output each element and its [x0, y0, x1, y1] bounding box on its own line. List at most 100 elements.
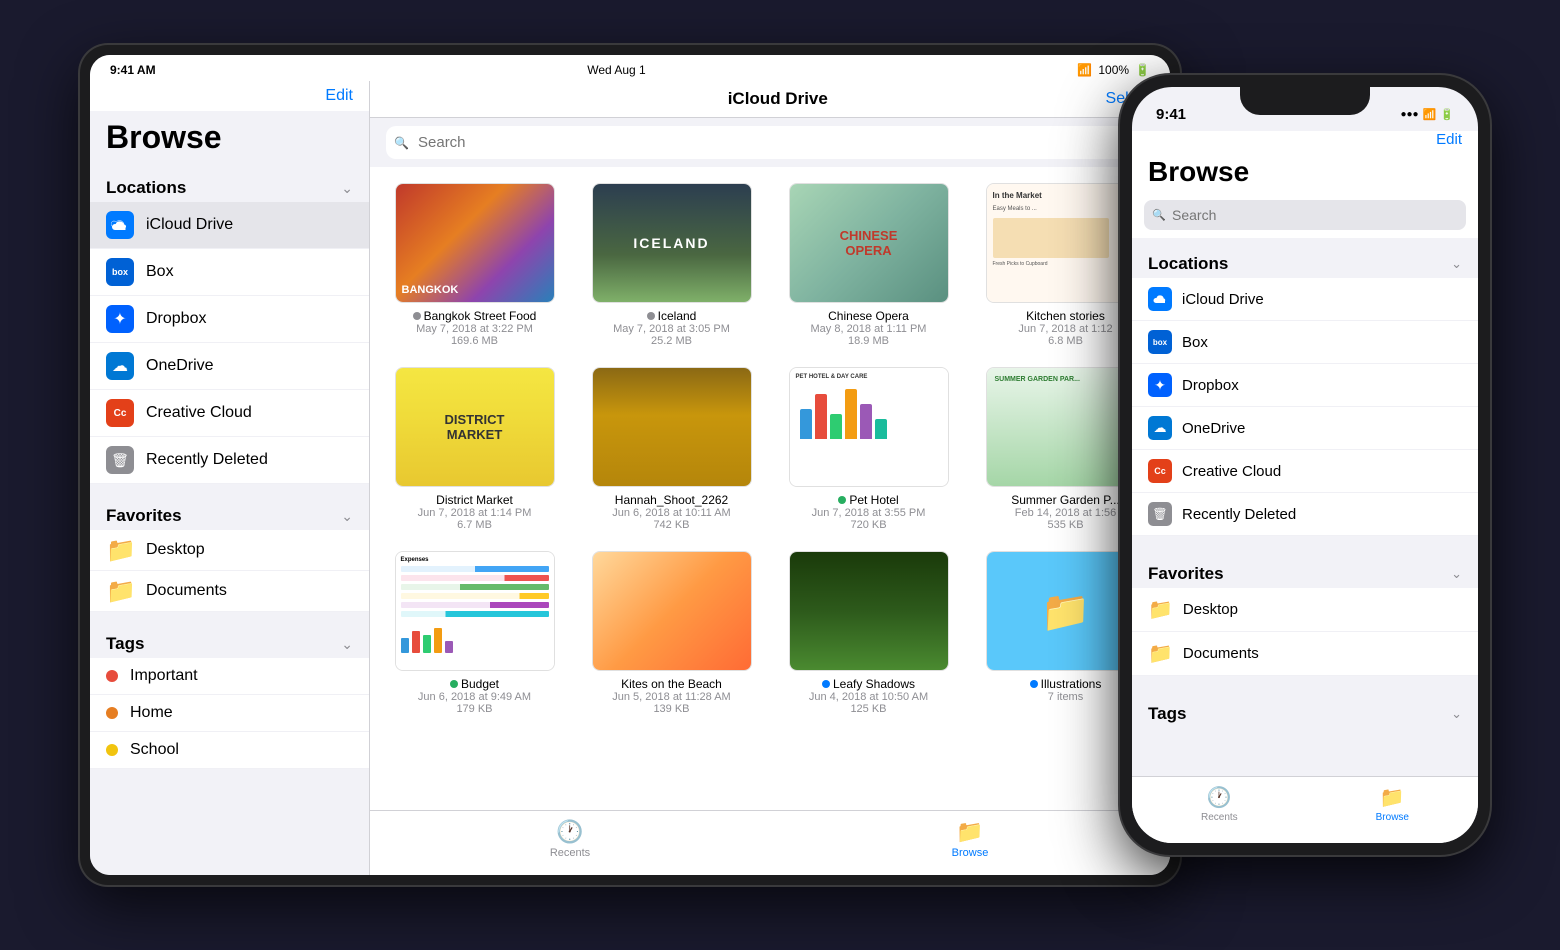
iphone-cc-icon: Cc: [1148, 459, 1172, 483]
ipad-browse-title: Browse: [90, 111, 369, 172]
ipad-battery: 100%: [1098, 63, 1129, 77]
ipad-locations-title: Locations: [106, 178, 186, 198]
ipad-tab-recents[interactable]: 🕐 Recents: [530, 819, 610, 859]
file-thumb-leafy: [789, 551, 949, 671]
ipad-search-input[interactable]: [386, 126, 1154, 159]
ipad-date: Wed Aug 1: [587, 63, 646, 77]
iphone-locations-title: Locations: [1148, 254, 1228, 274]
file-thumb-bangkok: [395, 183, 555, 303]
file-name-summer-garden: Summer Garden P...: [1011, 493, 1120, 507]
iphone-device: 9:41 ●●● 📶 🔋 Edit Browse: [1120, 75, 1490, 855]
iphone-item-desktop[interactable]: 📁 Desktop: [1132, 588, 1478, 632]
iphone-item-box[interactable]: box Box: [1132, 321, 1478, 364]
ipad-favorites-chevron[interactable]: ⌄: [341, 508, 353, 525]
pet-hotel-preview: PET HOTEL & DAY CARE: [790, 368, 948, 486]
iphone-item-onedrive[interactable]: ☁ OneDrive: [1132, 407, 1478, 450]
iphone-dropbox-icon: ✦: [1148, 373, 1172, 397]
iphone-browse-title: Browse: [1132, 152, 1478, 196]
file-name-iceland: Iceland: [647, 309, 697, 323]
file-item-pet-hotel[interactable]: PET HOTEL & DAY CARE: [780, 367, 957, 531]
iphone-item-deleted[interactable]: 🗑 Recently Deleted: [1132, 493, 1478, 536]
sidebar-item-icloud-drive[interactable]: iCloud Drive: [90, 202, 369, 249]
iphone-tags-title: Tags: [1148, 704, 1186, 724]
iphone-label-dropbox: Dropbox: [1182, 377, 1239, 394]
iphone-favorites-chevron[interactable]: ⌄: [1451, 566, 1462, 582]
ipad-wifi-icon: 📶: [1077, 63, 1092, 77]
iphone-box-icon: box: [1148, 330, 1172, 354]
file-name-bangkok: Bangkok Street Food: [413, 309, 537, 323]
sidebar-tag-home[interactable]: Home: [90, 695, 369, 732]
iphone-gap-1: [1132, 536, 1478, 548]
sidebar-item-box[interactable]: box Box: [90, 249, 369, 296]
iphone-item-documents[interactable]: 📁 Documents: [1132, 632, 1478, 676]
file-meta-chinese-opera: May 8, 2018 at 1:11 PM18.9 MB: [811, 323, 927, 347]
file-item-chinese-opera[interactable]: Chinese Opera May 8, 2018 at 1:11 PM18.9…: [780, 183, 957, 347]
sidebar-item-onedrive[interactable]: ☁ OneDrive: [90, 343, 369, 390]
iphone-screen: 9:41 ●●● 📶 🔋 Edit Browse: [1132, 87, 1478, 843]
iphone-item-dropbox[interactable]: ✦ Dropbox: [1132, 364, 1478, 407]
iphone-item-cc[interactable]: Cc Creative Cloud: [1132, 450, 1478, 493]
box-icon: box: [106, 258, 134, 286]
ipad-edit-button[interactable]: Edit: [325, 87, 353, 105]
file-item-iceland[interactable]: Iceland May 7, 2018 at 3:05 PM25.2 MB: [583, 183, 760, 347]
iphone-tab-browse[interactable]: 📁 Browse: [1376, 785, 1409, 823]
sidebar-item-documents[interactable]: 📁 Documents: [90, 571, 369, 612]
iphone-locations-header: Locations ⌄: [1132, 238, 1478, 278]
documents-folder-icon: 📁: [106, 580, 134, 602]
ipad-device: 9:41 AM Wed Aug 1 📶 100% 🔋 Edit Browse: [80, 45, 1180, 885]
sidebar-item-recently-deleted[interactable]: 🗑 Recently Deleted: [90, 437, 369, 484]
file-meta-kitchen: Jun 7, 2018 at 1:126.8 MB: [1018, 323, 1112, 347]
ipad-file-grid: Bangkok Street Food May 7, 2018 at 3:22 …: [370, 167, 1170, 810]
ipad-locations-chevron[interactable]: ⌄: [341, 180, 353, 197]
iphone-search-bar: [1132, 196, 1478, 238]
file-name-kites: Kites on the Beach: [621, 677, 722, 691]
iphone-tab-recents[interactable]: 🕐 Recents: [1201, 785, 1238, 823]
iphone-label-icloud: iCloud Drive: [1182, 291, 1264, 308]
hannah-preview: [593, 368, 751, 486]
iphone-label-onedrive: OneDrive: [1182, 420, 1245, 437]
status-dot-pet-hotel: [838, 496, 846, 504]
ipad-favorites-header: Favorites ⌄: [90, 500, 369, 530]
iphone-item-icloud[interactable]: iCloud Drive: [1132, 278, 1478, 321]
school-tag-dot: [106, 744, 118, 756]
file-item-bangkok[interactable]: Bangkok Street Food May 7, 2018 at 3:22 …: [386, 183, 563, 347]
iphone-desktop-folder-icon: 📁: [1148, 597, 1173, 622]
status-dot-illustrations: [1030, 680, 1038, 688]
file-item-kites[interactable]: Kites on the Beach Jun 5, 2018 at 11:28 …: [583, 551, 760, 715]
iphone-icloud-icon: [1148, 287, 1172, 311]
important-tag-dot: [106, 670, 118, 682]
iphone-favorites-header: Favorites ⌄: [1132, 548, 1478, 588]
iphone-scroll-area[interactable]: Locations ⌄ iCloud Drive box Box: [1132, 238, 1478, 776]
iphone-recents-label: Recents: [1201, 812, 1238, 823]
recents-tab-icon: 🕐: [556, 819, 583, 845]
sidebar-tag-important[interactable]: Important: [90, 658, 369, 695]
sidebar-tag-school[interactable]: School: [90, 732, 369, 769]
ipad-search-bar: [370, 118, 1170, 167]
iphone-search-input[interactable]: [1144, 200, 1466, 230]
ipad-tab-browse[interactable]: 📁 Browse: [930, 819, 1010, 859]
ipad-tab-bar: 🕐 Recents 📁 Browse: [370, 810, 1170, 875]
file-item-district[interactable]: District Market Jun 7, 2018 at 1:14 PM6.…: [386, 367, 563, 531]
file-meta-illustrations: 7 items: [1048, 691, 1083, 703]
iphone-status-icons: ●●● 📶 🔋: [1400, 108, 1454, 121]
ipad-content-area: iCloud Drive Select: [370, 81, 1170, 875]
file-item-leafy[interactable]: Leafy Shadows Jun 4, 2018 at 10:50 AM125…: [780, 551, 957, 715]
sidebar-label-documents: Documents: [146, 582, 227, 600]
iphone-tags-chevron[interactable]: ⌄: [1451, 706, 1462, 722]
sidebar-item-dropbox[interactable]: ✦ Dropbox: [90, 296, 369, 343]
sidebar-item-creative-cloud[interactable]: Cc Creative Cloud: [90, 390, 369, 437]
iphone-locations-chevron[interactable]: ⌄: [1451, 256, 1462, 272]
ipad-tags-chevron[interactable]: ⌄: [341, 636, 353, 653]
icloud-drive-icon: [106, 211, 134, 239]
iphone-time: 9:41: [1156, 106, 1186, 123]
file-thumb-district: [395, 367, 555, 487]
iphone-edit-button[interactable]: Edit: [1436, 131, 1462, 148]
iphone-label-box: Box: [1182, 334, 1208, 351]
desktop-folder-icon: 📁: [106, 539, 134, 561]
sidebar-label-icloud: iCloud Drive: [146, 216, 233, 234]
trash-icon: 🗑: [106, 446, 134, 474]
file-item-budget[interactable]: Expenses: [386, 551, 563, 715]
sidebar-item-desktop[interactable]: 📁 Desktop: [90, 530, 369, 571]
file-item-hannah[interactable]: Hannah_Shoot_2262 Jun 6, 2018 at 10:11 A…: [583, 367, 760, 531]
dropbox-icon: ✦: [106, 305, 134, 333]
